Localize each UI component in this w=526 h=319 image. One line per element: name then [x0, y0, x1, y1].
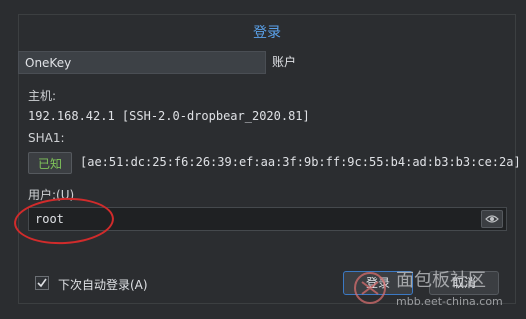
auto-login-label[interactable]: 下次自动登录(A) [58, 276, 148, 293]
tab-bar: OneKey 账户 [18, 51, 516, 74]
known-button[interactable]: 已知 [28, 152, 72, 174]
login-dialog: 登录 OneKey 账户 主机: 192.168.42.1 [SSH-2.0-d… [0, 0, 526, 319]
auto-login-checkbox[interactable] [35, 276, 49, 290]
watermark-url: mbb.eet-china.com [396, 295, 503, 308]
sha1-fingerprint: [ae:51:dc:25:f6:26:39:ef:aa:3f:9b:ff:9c:… [80, 155, 521, 169]
dialog-titlebar: 登录 [18, 14, 516, 48]
eye-icon [485, 215, 499, 223]
tab-account[interactable]: 账户 [272, 51, 296, 74]
watermark-logo-icon [354, 272, 386, 304]
tab-onekey[interactable]: OneKey [18, 51, 266, 74]
sha1-label: SHA1: [28, 131, 65, 145]
watermark-title: 面包板社区 [396, 270, 486, 291]
host-value: 192.168.42.1 [SSH-2.0-dropbear_2020.81] [28, 109, 310, 123]
show-password-button[interactable] [481, 210, 503, 228]
dialog-title: 登录 [253, 25, 281, 41]
check-icon [37, 278, 47, 288]
watermark: 面包板社区 mbb.eet-china.com [352, 266, 522, 316]
host-label: 主机: [28, 89, 57, 103]
